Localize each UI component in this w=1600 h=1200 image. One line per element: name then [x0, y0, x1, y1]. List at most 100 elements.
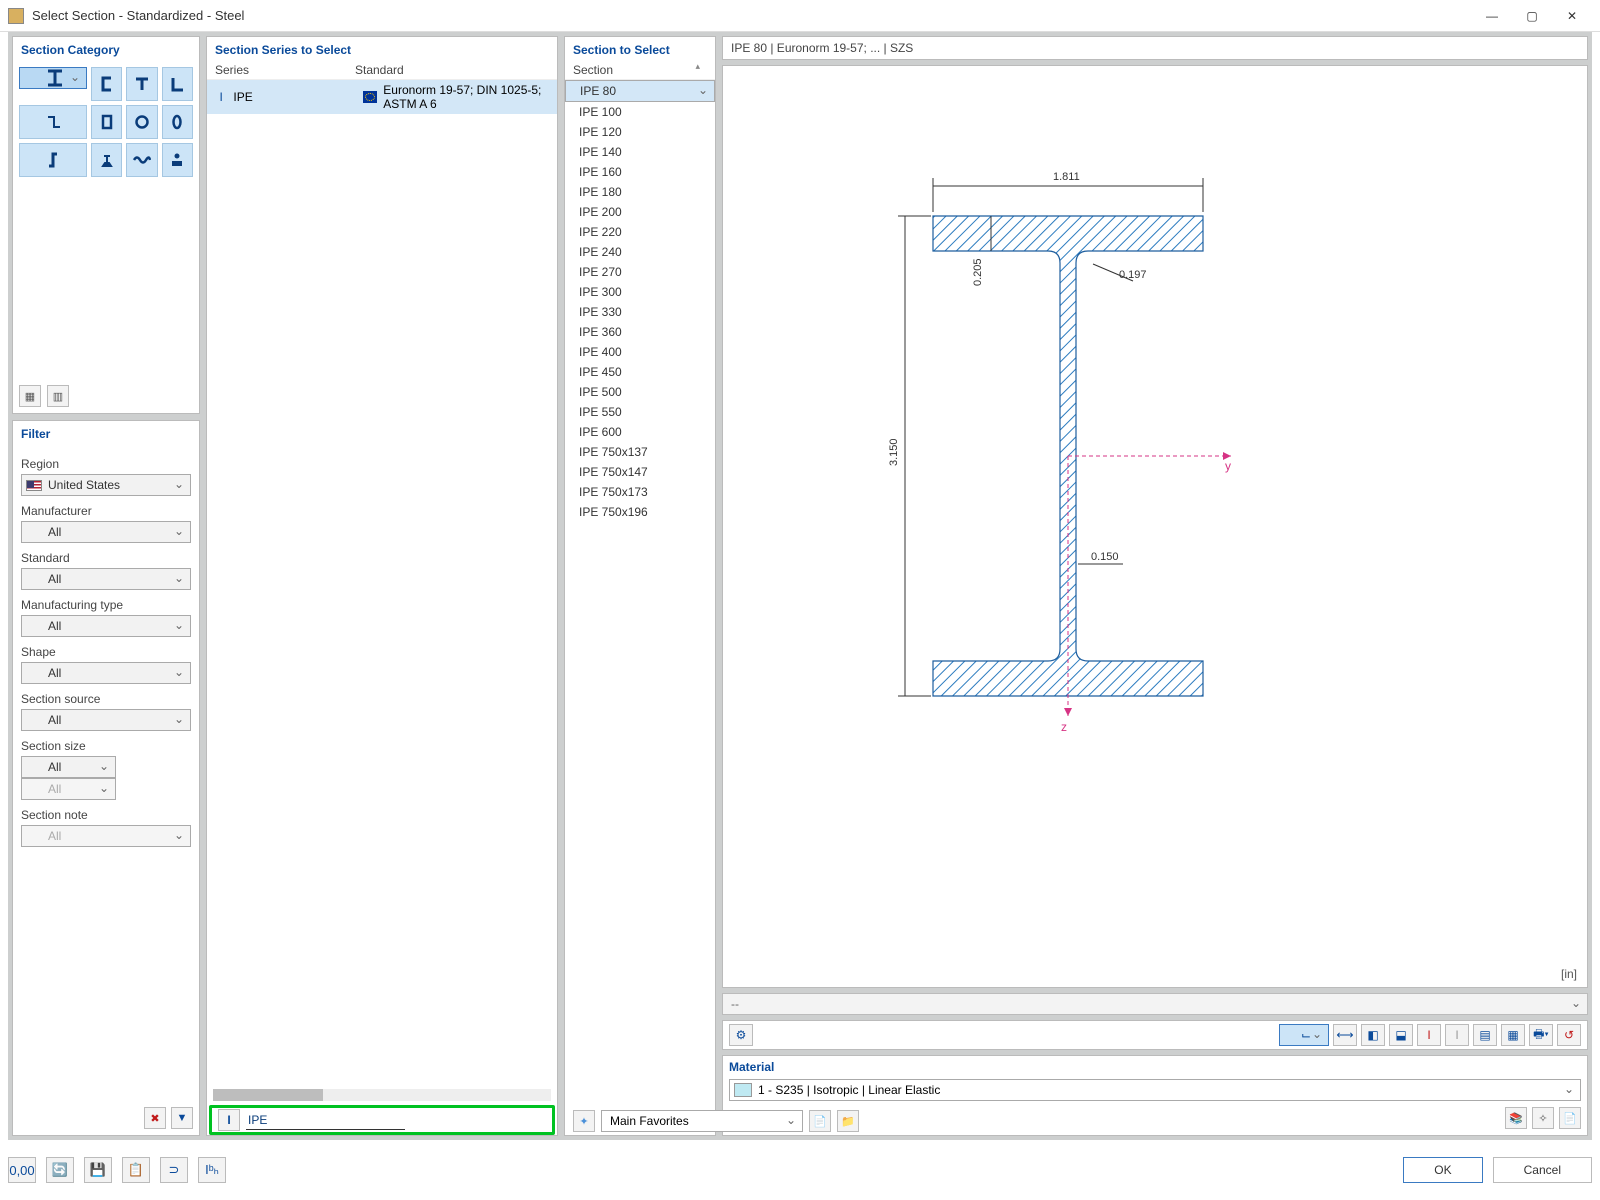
reset-view-button[interactable]: ↺ [1557, 1024, 1581, 1046]
view-stress-button[interactable]: ◧ [1361, 1024, 1385, 1046]
series-row-ipe[interactable]: I IPE Euronorm 19-57; DIN 1025-5; ASTM A… [207, 80, 557, 114]
section-item[interactable]: IPE 160 [565, 162, 715, 182]
cat-hollow-rect[interactable] [91, 105, 122, 139]
app-icon [8, 8, 24, 24]
category-panel: Section Category ▦ ▥ [12, 36, 200, 414]
fav-add-button[interactable]: 📄 [809, 1110, 831, 1132]
favorites-select[interactable]: Main Favorites [601, 1110, 803, 1132]
view-table-button[interactable]: ▦ [1501, 1024, 1525, 1046]
clear-filter-button[interactable]: ✖ [144, 1107, 166, 1129]
section-item[interactable]: IPE 550 [565, 402, 715, 422]
view-small-icons-button[interactable]: ▥ [47, 385, 69, 407]
dim-height: 3.150 [888, 438, 900, 466]
cancel-button[interactable]: Cancel [1493, 1157, 1592, 1183]
cat-tee[interactable] [126, 67, 157, 101]
material-edit-button[interactable]: 📄 [1559, 1107, 1581, 1129]
section-item[interactable]: IPE 330 [565, 302, 715, 322]
preview-info-select[interactable]: -- [722, 993, 1588, 1015]
preview-canvas: 1.811 3.150 0.205 0.197 0.150 y z [in] [722, 65, 1588, 988]
maximize-button[interactable]: ▢ [1512, 2, 1552, 30]
section-item[interactable]: IPE 300 [565, 282, 715, 302]
cat-channel[interactable] [91, 67, 122, 101]
section-props-button[interactable]: Iᵇₕ [198, 1157, 226, 1183]
ok-button[interactable]: OK [1403, 1157, 1482, 1183]
search-type-icon[interactable]: I [218, 1109, 240, 1131]
section-item[interactable]: IPE 270 [565, 262, 715, 282]
section-item[interactable]: IPE 500 [565, 382, 715, 402]
section-item[interactable]: IPE 120 [565, 122, 715, 142]
settings-icon[interactable]: ⚙ [729, 1024, 753, 1046]
favorites-bar: ✦ Main Favorites 📄 📁 [573, 1106, 859, 1136]
section-item[interactable]: IPE 600 [565, 422, 715, 442]
material-select[interactable]: 1 - S235 | Isotropic | Linear Elastic [729, 1079, 1581, 1101]
note-select[interactable]: All [21, 825, 191, 847]
series-name: IPE [233, 90, 363, 104]
manufacturer-select[interactable]: All [21, 521, 191, 543]
region-select[interactable]: United States [21, 474, 191, 496]
material-new-button[interactable]: ✧ [1532, 1107, 1554, 1129]
section-item[interactable]: IPE 180 [565, 182, 715, 202]
section-item[interactable]: IPE 400 [565, 342, 715, 362]
section-item[interactable]: IPE 100 [565, 102, 715, 122]
i-section-icon: I [215, 90, 227, 104]
material-library-button[interactable]: 📚 [1505, 1107, 1527, 1129]
undo-button[interactable]: ⊃ [160, 1157, 188, 1183]
cat-hollow-circle[interactable] [126, 105, 157, 139]
size-select-2[interactable]: All [21, 778, 116, 800]
series-scrollbar[interactable] [213, 1089, 551, 1101]
section-panel: Section to Select Section IPE 80IPE 100I… [564, 36, 716, 1136]
dim-tf: 0.205 [972, 258, 984, 286]
section-item[interactable]: IPE 750x137 [565, 442, 715, 462]
view-dims-button[interactable]: ⟷ [1333, 1024, 1357, 1046]
section-item[interactable]: IPE 750x196 [565, 502, 715, 522]
cat-rail[interactable] [91, 143, 122, 177]
cat-angle[interactable] [162, 67, 193, 101]
save-button[interactable]: 💾 [84, 1157, 112, 1183]
series-panel: Section Series to Select Series Standard… [206, 36, 558, 1136]
cat-corrugated[interactable] [126, 143, 157, 177]
cat-oval[interactable] [162, 105, 193, 139]
section-list: IPE 80IPE 100IPE 120IPE 140IPE 160IPE 18… [565, 80, 715, 522]
section-item[interactable]: IPE 140 [565, 142, 715, 162]
cat-i-section[interactable] [19, 67, 87, 89]
close-button[interactable]: ✕ [1552, 2, 1592, 30]
view-values-button[interactable]: ▤ [1473, 1024, 1497, 1046]
shape-select[interactable]: All [21, 662, 191, 684]
source-select[interactable]: All [21, 709, 191, 731]
section-item[interactable]: IPE 80 [565, 80, 715, 102]
units-button[interactable]: 0,00 [8, 1157, 36, 1183]
cat-composite[interactable] [162, 143, 193, 177]
window-title: Select Section - Standardized - Steel [32, 8, 1472, 23]
section-item[interactable]: IPE 450 [565, 362, 715, 382]
fav-manage-button[interactable]: 📁 [837, 1110, 859, 1132]
series-standard: Euronorm 19-57; DIN 1025-5; ASTM A 6 [383, 83, 549, 111]
section-item[interactable]: IPE 220 [565, 222, 715, 242]
series-col1[interactable]: Series [215, 63, 355, 77]
minimize-button[interactable]: — [1472, 2, 1512, 30]
series-col2[interactable]: Standard [355, 63, 549, 77]
section-item[interactable]: IPE 750x147 [565, 462, 715, 482]
section-item[interactable]: IPE 360 [565, 322, 715, 342]
view-large-icons-button[interactable]: ▦ [19, 385, 41, 407]
series-search-input[interactable] [246, 1111, 405, 1130]
view-axes-button[interactable]: ⌙ [1279, 1024, 1329, 1046]
copy-button[interactable]: 📋 [122, 1157, 150, 1183]
cat-z-section[interactable] [19, 143, 87, 177]
standard-select[interactable]: All [21, 568, 191, 590]
unit-label: [in] [1561, 967, 1577, 981]
axis-y: y [1225, 459, 1231, 473]
apply-filter-button[interactable]: ▼ [171, 1107, 193, 1129]
section-item[interactable]: IPE 750x173 [565, 482, 715, 502]
view-section-gray[interactable]: I [1445, 1024, 1469, 1046]
section-item[interactable]: IPE 200 [565, 202, 715, 222]
favorite-star-button[interactable]: ✦ [573, 1110, 595, 1132]
cat-z-thin[interactable] [19, 105, 87, 139]
section-col[interactable]: Section [565, 61, 715, 80]
section-item[interactable]: IPE 240 [565, 242, 715, 262]
print-button[interactable]: 🖶▾ [1529, 1024, 1553, 1046]
size-select-1[interactable]: All [21, 756, 116, 778]
view-section-red[interactable]: I [1417, 1024, 1441, 1046]
mtype-select[interactable]: All [21, 615, 191, 637]
refresh-button[interactable]: 🔄 [46, 1157, 74, 1183]
view-principal-button[interactable]: ⬓ [1389, 1024, 1413, 1046]
